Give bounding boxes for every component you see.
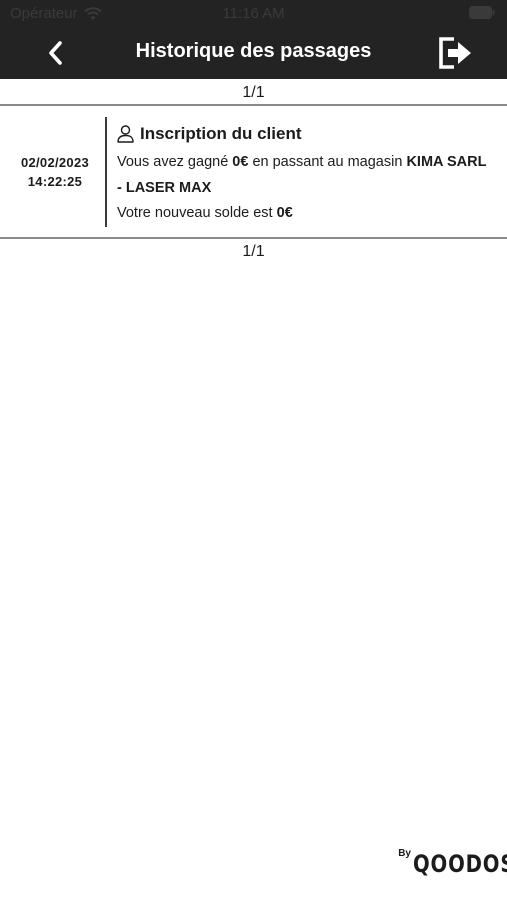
pagination-top: 1/1: [242, 84, 265, 101]
amount-earned: 0€: [232, 154, 249, 170]
brand-name: QOODOS: [413, 850, 507, 878]
user-icon: [117, 125, 134, 143]
brand-logo: By QOODOS: [398, 848, 507, 878]
clock: 11:16 AM: [222, 5, 285, 22]
entry-separator: [105, 117, 107, 227]
entry-earnings-line: Vous avez gagné 0€ en passant au magasin…: [117, 150, 487, 201]
divider: [0, 237, 507, 239]
entry-time: 14:22:25: [27, 174, 83, 189]
earned-prefix: Vous avez gagné: [117, 154, 233, 170]
entry-body: Vous avez gagné 0€ en passant au magasin…: [117, 150, 487, 227]
logout-button[interactable]: [435, 34, 475, 72]
history-entry[interactable]: 02/02/2023 14:22:25 Inscription du clien…: [0, 106, 507, 237]
logout-icon: [439, 37, 471, 69]
entry-datetime: 02/02/2023 14:22:25: [0, 106, 104, 237]
pagination-bottom: 1/1: [242, 243, 265, 260]
status-bar: Opérateur 11:16 AM: [0, 0, 507, 28]
brand-by: By: [398, 848, 411, 859]
entry-balance-line: Votre nouveau solde est 0€: [117, 201, 487, 227]
entry-title-text: Inscription du client: [140, 124, 302, 143]
balance-amount: 0€: [276, 205, 293, 221]
battery-icon: [469, 6, 495, 19]
balance-prefix: Votre nouveau solde est: [117, 205, 277, 221]
entry-date: 02/02/2023: [20, 155, 90, 170]
page-title: Historique des passages: [135, 40, 372, 62]
entry-title: Inscription du client: [117, 124, 302, 144]
earned-mid: en passant au magasin: [248, 154, 407, 170]
app-header: Opérateur 11:16 AM Historique des passag…: [0, 0, 507, 79]
